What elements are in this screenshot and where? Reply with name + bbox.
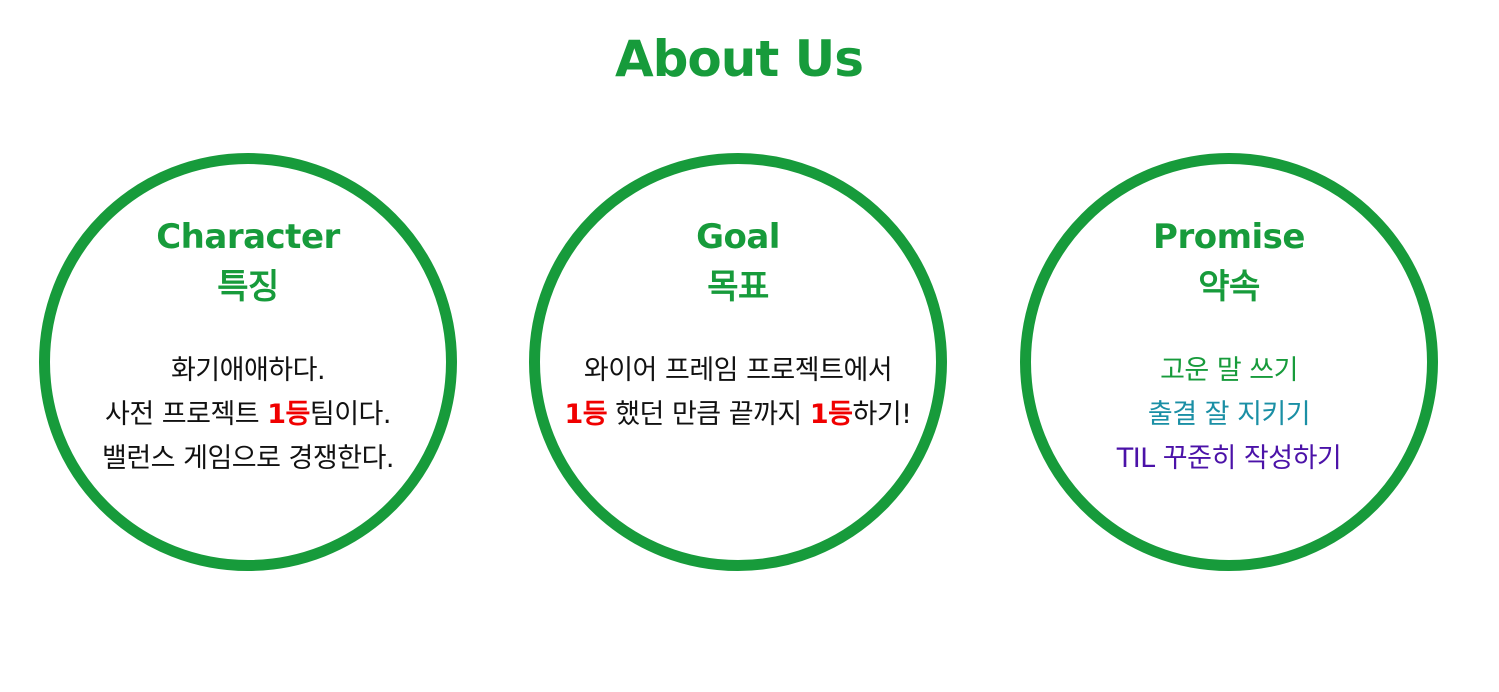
description-line: TIL 꾸준히 작성하기	[1031, 437, 1427, 481]
description-line: 출결 잘 지키기	[1031, 393, 1427, 437]
promise-heading-ko: 약속	[1198, 267, 1260, 307]
promise-heading-en: Promise	[1153, 217, 1305, 257]
page-title: About Us	[614, 30, 864, 88]
character-heading: Character 특징	[50, 212, 446, 312]
character-description: 화기애애하다. 사전 프로젝트 1등팀이다. 밸런스 게임으로 경쟁한다.	[50, 349, 446, 481]
highlight-text: 1등	[267, 399, 310, 430]
description-line: 고운 말 쓰기	[1031, 349, 1427, 393]
description-text: 화기애애하다.	[170, 355, 326, 386]
character-heading-ko: 특징	[217, 267, 279, 307]
description-text: 팀이다.	[309, 399, 392, 430]
highlight-text: 1등	[564, 399, 608, 430]
description-text: 했던 만큼 끝까지	[607, 399, 810, 430]
promise-circle: Promise 약속 고운 말 쓰기출결 잘 지키기 TIL 꾸준히 작성하기	[1020, 153, 1438, 571]
promise-heading: Promise 약속	[1031, 212, 1427, 312]
description-text: 출결 잘 지키기	[1147, 399, 1311, 430]
description-text: 하기!	[852, 399, 912, 430]
description-text: 밸런스 게임으로 경쟁한다.	[102, 443, 395, 474]
goal-heading-en: Goal	[696, 217, 780, 257]
description-text: 사전 프로젝트	[105, 399, 268, 430]
goal-heading-ko: 목표	[707, 267, 769, 307]
promise-description: 고운 말 쓰기출결 잘 지키기 TIL 꾸준히 작성하기	[1031, 349, 1427, 481]
about-us-page: About Us Character 특징 화기애애하다. 사전 프로젝트 1등팀…	[0, 0, 1499, 692]
description-text: TIL 꾸준히 작성하기	[1116, 443, 1342, 474]
description-text: 고운 말 쓰기	[1160, 355, 1298, 386]
description-line: 와이어 프레임 프로젝트에서	[540, 349, 936, 393]
goal-description: 와이어 프레임 프로젝트에서 1등 했던 만큼 끝까지 1등하기!	[540, 349, 936, 437]
goal-circle: Goal 목표 와이어 프레임 프로젝트에서 1등 했던 만큼 끝까지 1등하기!	[529, 153, 947, 571]
highlight-text: 1등	[809, 399, 853, 430]
character-heading-en: Character	[156, 217, 340, 257]
description-line: 사전 프로젝트 1등팀이다.	[50, 393, 446, 437]
description-line: 화기애애하다.	[50, 349, 446, 393]
goal-heading: Goal 목표	[540, 212, 936, 312]
description-line: 1등 했던 만큼 끝까지 1등하기!	[540, 393, 936, 437]
description-text: 와이어 프레임 프로젝트에서	[583, 355, 893, 386]
description-line: 밸런스 게임으로 경쟁한다.	[50, 437, 446, 481]
character-circle: Character 특징 화기애애하다. 사전 프로젝트 1등팀이다. 밸런스 게임…	[39, 153, 457, 571]
